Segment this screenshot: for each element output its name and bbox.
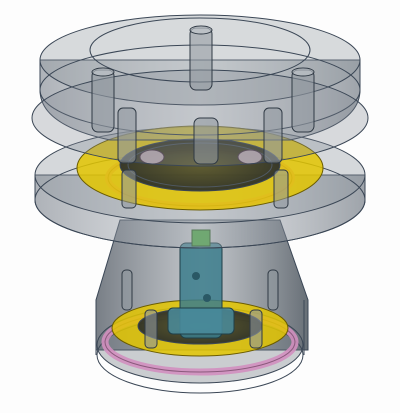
3d-viewport[interactable] — [0, 0, 400, 413]
xray-model-render — [31, 14, 369, 394]
